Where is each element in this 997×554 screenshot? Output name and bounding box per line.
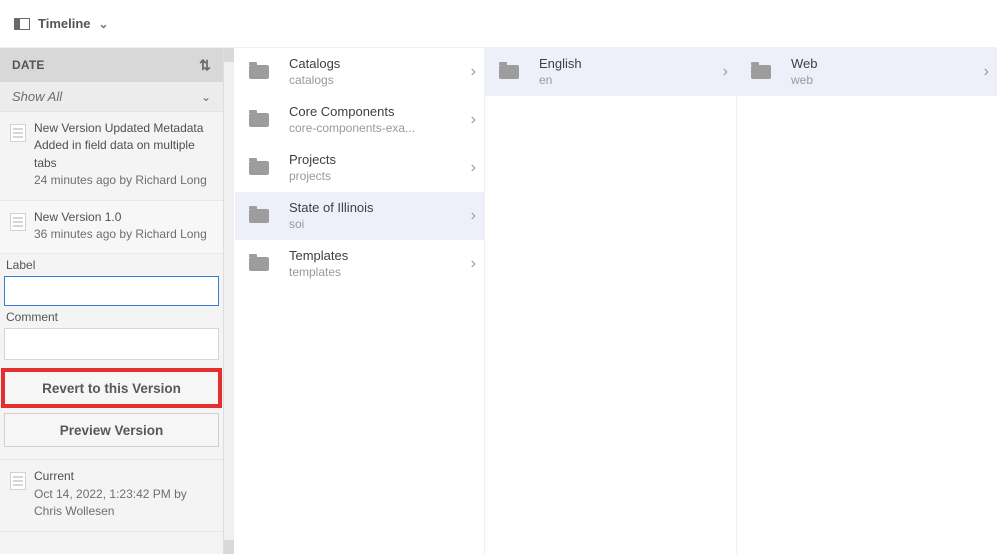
timeline-sidebar: DATE ⇅ Show All ⌄ New Version Updated Me… bbox=[0, 48, 224, 554]
folder-title: Core Components bbox=[289, 104, 471, 120]
folder-slug: soi bbox=[289, 217, 471, 232]
revert-button[interactable]: Revert to this Version bbox=[4, 371, 219, 405]
version-title: New Version 1.0 bbox=[34, 209, 207, 226]
chevron-right-icon: › bbox=[723, 63, 728, 81]
version-meta: 36 minutes ago by Richard Long bbox=[34, 226, 207, 243]
folder-slug: core-components-exa... bbox=[289, 121, 471, 136]
folder-icon bbox=[249, 209, 269, 223]
folder-labels: State of Illinoissoi bbox=[289, 200, 471, 231]
version-item[interactable]: New Version 1.0 36 minutes ago by Richar… bbox=[0, 201, 223, 255]
column-2: Englishen› bbox=[485, 48, 737, 554]
chevron-right-icon: › bbox=[471, 111, 476, 129]
label-field-label: Label bbox=[6, 258, 217, 272]
folder-title: Templates bbox=[289, 248, 471, 264]
column-1: Catalogscatalogs›Core Componentscore-com… bbox=[235, 48, 485, 554]
folder-slug: templates bbox=[289, 265, 471, 280]
preview-button[interactable]: Preview Version bbox=[4, 413, 219, 447]
column-3: Webweb› bbox=[737, 48, 997, 554]
folder-row[interactable]: Catalogscatalogs› bbox=[235, 48, 484, 96]
current-version-item[interactable]: Current Oct 14, 2022, 1:23:42 PM by Chri… bbox=[0, 460, 223, 531]
version-text: New Version Updated Metadata Added in fi… bbox=[34, 120, 213, 190]
folder-labels: Templatestemplates bbox=[289, 248, 471, 279]
folder-slug: catalogs bbox=[289, 73, 471, 88]
folder-title: Projects bbox=[289, 152, 471, 168]
chevron-down-icon: ⌄ bbox=[201, 90, 211, 104]
folder-icon bbox=[249, 113, 269, 127]
version-item[interactable]: New Version Updated Metadata Added in fi… bbox=[0, 112, 223, 201]
sidebar-scrollbar[interactable] bbox=[223, 48, 234, 554]
folder-title: State of Illinois bbox=[289, 200, 471, 216]
chevron-right-icon: › bbox=[471, 159, 476, 177]
folder-row[interactable]: Englishen› bbox=[485, 48, 736, 96]
filter-dropdown[interactable]: Show All ⌄ bbox=[0, 82, 223, 112]
chevron-right-icon: › bbox=[984, 63, 989, 81]
chevron-right-icon: › bbox=[471, 255, 476, 273]
folder-title: Web bbox=[791, 56, 984, 72]
folder-row[interactable]: Templatestemplates› bbox=[235, 240, 484, 288]
folder-row[interactable]: State of Illinoissoi› bbox=[235, 192, 484, 240]
folder-icon bbox=[499, 65, 519, 79]
page-icon bbox=[10, 124, 26, 142]
folder-icon bbox=[249, 161, 269, 175]
date-header-label: DATE bbox=[12, 58, 45, 72]
version-title: New Version Updated Metadata bbox=[34, 120, 213, 137]
timeline-panel-icon bbox=[14, 18, 30, 30]
chevron-right-icon: › bbox=[471, 207, 476, 225]
folder-slug: projects bbox=[289, 169, 471, 184]
version-meta: 24 minutes ago by Richard Long bbox=[34, 172, 213, 189]
timeline-label: Timeline bbox=[38, 16, 91, 31]
folder-icon bbox=[751, 65, 771, 79]
column-browser: Catalogscatalogs›Core Componentscore-com… bbox=[224, 48, 997, 554]
label-input[interactable] bbox=[4, 276, 219, 306]
folder-row[interactable]: Core Componentscore-components-exa...› bbox=[235, 96, 484, 144]
version-text: New Version 1.0 36 minutes ago by Richar… bbox=[34, 209, 207, 244]
version-form: Label Comment Revert to this Version Pre… bbox=[0, 258, 223, 460]
comment-input[interactable] bbox=[4, 328, 219, 360]
version-title: Current bbox=[34, 468, 213, 485]
folder-title: English bbox=[539, 56, 723, 72]
filter-label: Show All bbox=[12, 89, 62, 104]
folder-row[interactable]: Webweb› bbox=[737, 48, 997, 96]
folder-icon bbox=[249, 65, 269, 79]
version-meta: Oct 14, 2022, 1:23:42 PM by Chris Wolles… bbox=[34, 486, 213, 521]
scrollbar-arrow-down-icon bbox=[224, 540, 234, 554]
folder-labels: Englishen bbox=[539, 56, 723, 87]
folder-row[interactable]: Projectsprojects› bbox=[235, 144, 484, 192]
comment-field-label: Comment bbox=[6, 310, 217, 324]
version-text: Current Oct 14, 2022, 1:23:42 PM by Chri… bbox=[34, 468, 213, 520]
folder-labels: Core Componentscore-components-exa... bbox=[289, 104, 471, 135]
page-icon bbox=[10, 472, 26, 490]
chevron-down-icon: ⌄ bbox=[99, 17, 109, 31]
chevron-right-icon: › bbox=[471, 63, 476, 81]
folder-title: Catalogs bbox=[289, 56, 471, 72]
version-desc: Added in field data on multiple tabs bbox=[34, 137, 213, 172]
folder-slug: en bbox=[539, 73, 723, 88]
scrollbar-arrow-up-icon bbox=[224, 48, 234, 62]
folder-icon bbox=[249, 257, 269, 271]
page-icon bbox=[10, 213, 26, 231]
folder-labels: Catalogscatalogs bbox=[289, 56, 471, 87]
timeline-dropdown[interactable]: Timeline ⌄ bbox=[14, 16, 109, 31]
sort-icon: ⇅ bbox=[199, 57, 211, 74]
date-sort-header[interactable]: DATE ⇅ bbox=[0, 48, 223, 82]
folder-labels: Projectsprojects bbox=[289, 152, 471, 183]
folder-slug: web bbox=[791, 73, 984, 88]
folder-labels: Webweb bbox=[791, 56, 984, 87]
